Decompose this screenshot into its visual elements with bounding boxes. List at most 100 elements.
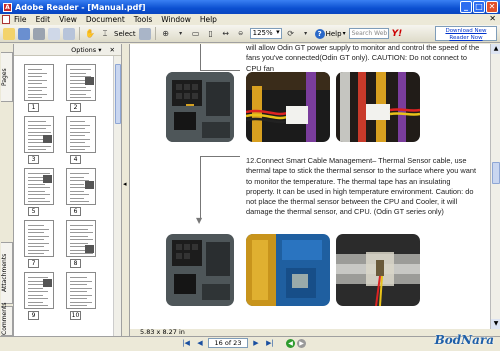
- thumbnail-text-line: [28, 253, 44, 254]
- panel-scroll-thumb[interactable]: [115, 64, 121, 124]
- zoom-out-icon[interactable]: ⊖: [235, 28, 247, 40]
- page-thumbnail[interactable]: [24, 272, 54, 309]
- last-page-icon[interactable]: ▶|: [264, 338, 276, 348]
- panel-scrollbar[interactable]: [113, 56, 121, 336]
- open-folder-icon[interactable]: [3, 27, 15, 40]
- download-reader-link[interactable]: Download New Reader Now: [435, 26, 497, 41]
- thumbnail-image: [85, 245, 94, 253]
- maximize-button[interactable]: □: [473, 1, 485, 13]
- menu-edit[interactable]: Edit: [36, 15, 51, 24]
- fit-width-icon[interactable]: ↔: [220, 28, 232, 40]
- panel-splitter[interactable]: ◂: [122, 44, 130, 336]
- tab-comments[interactable]: Comments: [1, 302, 13, 336]
- menu-help[interactable]: Help: [200, 15, 217, 24]
- search-doc-icon[interactable]: [63, 27, 75, 40]
- close-window-button[interactable]: ✕: [486, 1, 498, 13]
- next-view-icon[interactable]: ▶: [297, 338, 306, 348]
- document-scroll-thumb[interactable]: [492, 162, 500, 184]
- thumbnail-text-line: [28, 131, 51, 133]
- instruction-paragraph: will allow Odin GT power supply to monit…: [246, 44, 480, 73]
- window-controls: _ □ ✕: [460, 1, 498, 13]
- fan-connector-photo: [246, 72, 330, 142]
- thumbnail-text-line: [70, 90, 91, 91]
- panel-header: Options ▾ ✕: [14, 44, 121, 56]
- page-thumbnail[interactable]: [66, 116, 96, 153]
- previous-view-icon[interactable]: ◀: [286, 338, 295, 348]
- thumbnail-text-line: [28, 149, 46, 150]
- hand-tool-icon[interactable]: ✋: [84, 28, 96, 40]
- minimize-button[interactable]: _: [460, 1, 472, 13]
- help-button[interactable]: ? Help ▾: [314, 28, 346, 39]
- thumbnail-text-line: [28, 232, 44, 233]
- help-dropdown-icon: ▾: [342, 30, 346, 37]
- next-page-icon[interactable]: ▶: [250, 338, 262, 348]
- select-tool-label[interactable]: Select: [114, 30, 136, 38]
- save-icon[interactable]: [18, 27, 30, 40]
- thumbnail-text-line: [28, 301, 43, 303]
- help-icon: ?: [314, 28, 325, 39]
- thumbnail-text-line: [28, 228, 49, 230]
- scroll-down-icon[interactable]: ▼: [491, 319, 500, 329]
- page-thumbnail[interactable]: [24, 220, 54, 257]
- close-panel-button[interactable]: ✕: [110, 46, 115, 54]
- thumbnail-text-line: [70, 225, 93, 226]
- thumbnail-text-line: [70, 97, 91, 98]
- thumbnail-text-line: [28, 76, 42, 77]
- zoom-dropdown-icon[interactable]: ▾: [175, 28, 187, 40]
- page-thumbnail[interactable]: [66, 272, 96, 309]
- scroll-up-icon[interactable]: ▲: [491, 44, 500, 54]
- menu-view[interactable]: View: [59, 15, 77, 24]
- first-page-icon[interactable]: |◀: [180, 338, 192, 348]
- menu-file[interactable]: File: [14, 15, 27, 24]
- page-thumbnail[interactable]: [66, 220, 96, 257]
- search-web-input[interactable]: Search Web: [348, 28, 389, 39]
- thumbnail-text-line: [70, 235, 88, 237]
- fan-header-photo: [336, 72, 420, 142]
- page-thumbnail[interactable]: [24, 168, 54, 205]
- email-icon[interactable]: [48, 27, 60, 40]
- page-number-label: 2: [70, 103, 81, 112]
- thumbnail-text-line: [28, 145, 51, 147]
- tab-attachments[interactable]: Attachments: [1, 242, 13, 304]
- window-title: Adobe Reader - [Manual.pdf]: [15, 2, 146, 12]
- collapse-arrow-icon[interactable]: ◂: [123, 180, 127, 188]
- zoom-in-icon[interactable]: ⊕: [160, 28, 172, 40]
- previous-page-icon[interactable]: ◀: [194, 338, 206, 348]
- yahoo-logo[interactable]: Y!: [392, 29, 403, 39]
- thumbnail-text-line: [28, 72, 47, 74]
- page-number-label: 7: [28, 259, 39, 268]
- page-number-field[interactable]: 16 of 23: [208, 338, 248, 348]
- thumbnail-text-line: [28, 79, 47, 81]
- menu-document[interactable]: Document: [86, 15, 125, 24]
- page-thumbnail[interactable]: [24, 64, 54, 101]
- fit-page-icon[interactable]: ▯: [205, 28, 217, 40]
- menu-tools[interactable]: Tools: [134, 15, 152, 24]
- thumbnail-text-line: [70, 183, 84, 185]
- thumbnail-text-line: [70, 69, 91, 70]
- page-number-label: 9: [28, 311, 39, 320]
- select-tool-icon[interactable]: ⌶: [99, 28, 111, 40]
- print-icon[interactable]: [33, 27, 45, 40]
- menu-window[interactable]: Window: [161, 15, 191, 24]
- thumbnail-text-line: [70, 86, 86, 88]
- close-document-button[interactable]: ✕: [489, 14, 496, 23]
- thumbnail-text-line: [70, 280, 92, 282]
- actual-size-icon[interactable]: ▭: [190, 28, 202, 40]
- tab-pages[interactable]: Pages: [1, 52, 13, 102]
- document-view[interactable]: will allow Odin GT power supply to monit…: [130, 44, 490, 329]
- page-size-label: 5.83 x 8.27 in: [140, 328, 185, 336]
- page-thumbnail[interactable]: [66, 168, 96, 205]
- options-menu[interactable]: Options ▾: [71, 46, 101, 54]
- page-thumbnail[interactable]: [66, 64, 96, 101]
- snapshot-icon[interactable]: [138, 27, 151, 40]
- document-icon[interactable]: [2, 15, 10, 24]
- thumbnail-image: [43, 175, 52, 183]
- document-scrollbar[interactable]: ▲ ▼: [490, 44, 500, 329]
- rotate-icon[interactable]: ⟳: [285, 28, 297, 40]
- zoom-level-field[interactable]: 125%: [249, 28, 282, 39]
- thumbnail-text-line: [28, 124, 51, 126]
- thumbnail-text-line: [28, 90, 42, 91]
- page-thumbnail[interactable]: [24, 116, 54, 153]
- thumbnail-text-line: [70, 305, 87, 306]
- rotate-dropdown-icon[interactable]: ▾: [300, 28, 312, 40]
